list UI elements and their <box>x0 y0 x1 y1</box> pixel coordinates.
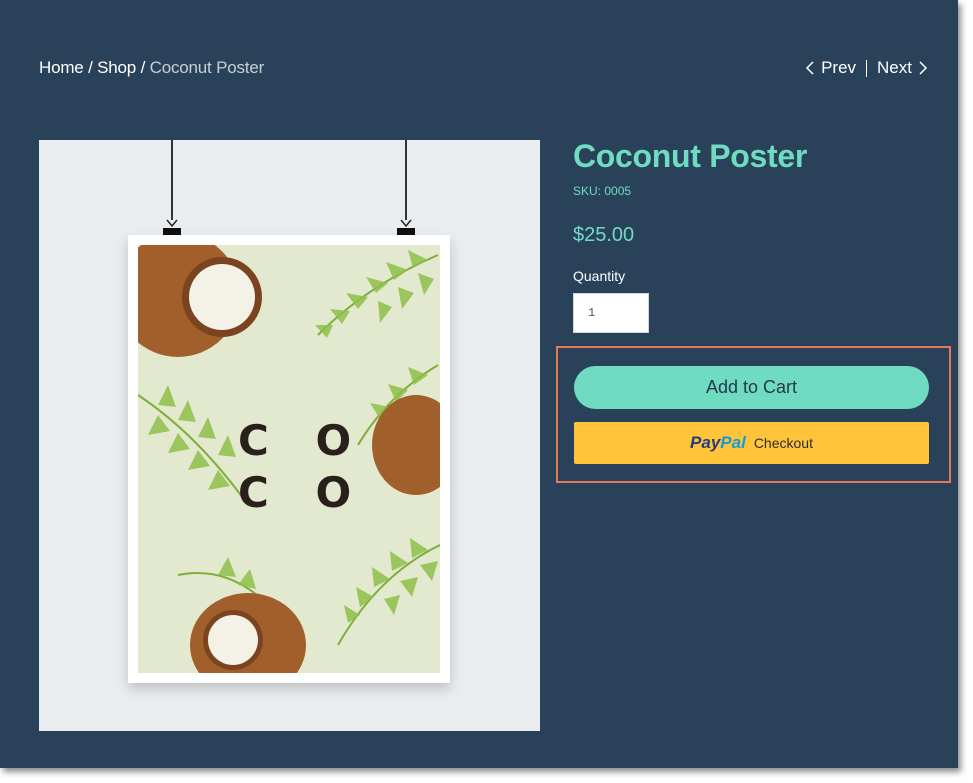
breadcrumb-separator: / <box>88 58 93 77</box>
poster: C O C O <box>128 235 450 683</box>
poster-text: C O C O <box>238 415 367 519</box>
pager-divider <box>866 59 868 77</box>
product-sku: SKU: 0005 <box>573 184 632 198</box>
product-pager: Prev Next <box>805 58 928 78</box>
prev-label: Prev <box>821 58 857 77</box>
quantity-input[interactable] <box>573 293 649 333</box>
poster-text-line: C O <box>238 468 368 517</box>
product-image[interactable]: C O C O <box>39 140 540 731</box>
breadcrumb-shop[interactable]: Shop <box>97 58 136 77</box>
hanging-wire <box>405 140 407 220</box>
paypal-checkout-label: Checkout <box>753 435 813 451</box>
prev-link[interactable]: Prev <box>805 58 856 78</box>
product-price: $25.00 <box>573 224 635 246</box>
breadcrumb-separator: / <box>140 58 146 77</box>
paypal-logo-pal: Pal <box>720 433 746 452</box>
product-page: Home / Shop / Coconut Poster Prev Next C… <box>0 0 958 768</box>
chevron-right-icon <box>919 61 928 75</box>
paypal-logo: PayPal <box>690 433 746 453</box>
next-link[interactable]: Next <box>877 58 928 78</box>
poster-text-line: C O <box>238 416 368 465</box>
breadcrumb-home[interactable]: Home <box>39 58 84 77</box>
product-title: Coconut Poster <box>573 138 808 174</box>
hanging-wire <box>171 140 173 220</box>
breadcrumb: Home / Shop / Coconut Poster <box>39 58 264 78</box>
paypal-checkout-button[interactable]: PayPal Checkout <box>574 422 929 464</box>
next-label: Next <box>877 58 912 77</box>
quantity-label: Quantity <box>573 268 626 284</box>
add-to-cart-button[interactable]: Add to Cart <box>574 366 929 409</box>
poster-artwork: C O C O <box>138 245 440 673</box>
paypal-logo-pay: Pay <box>690 433 721 452</box>
breadcrumb-current: Coconut Poster <box>149 58 265 77</box>
chevron-left-icon <box>806 61 814 75</box>
